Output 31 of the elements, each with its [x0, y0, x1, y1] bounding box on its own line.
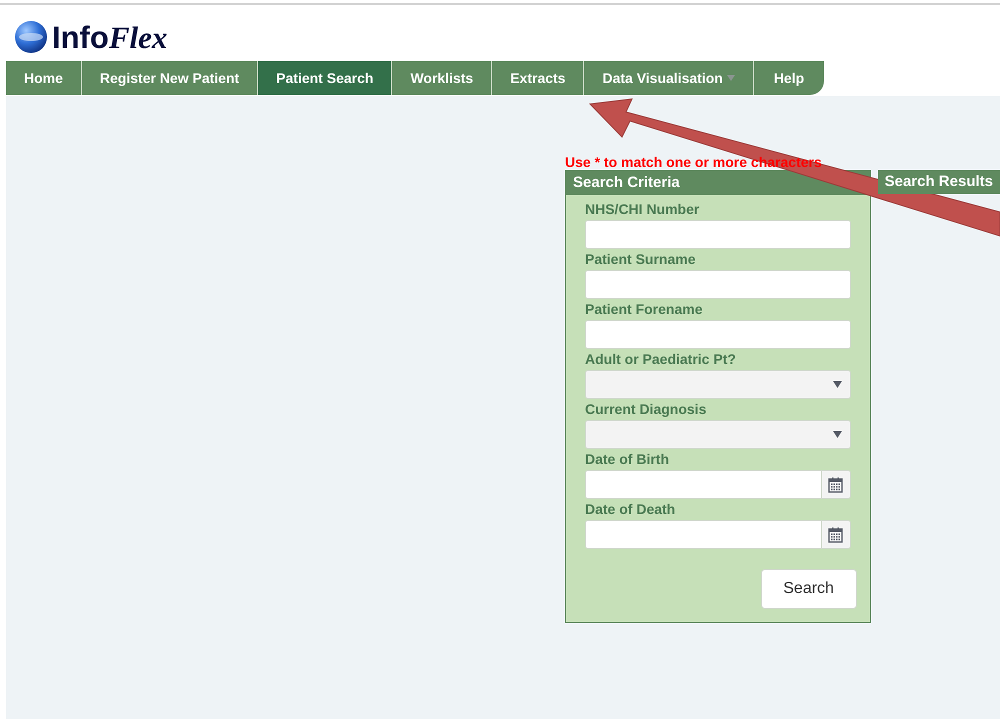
field-label: Adult or Paediatric Pt?: [585, 350, 737, 368]
nav-tab[interactable]: Home: [6, 61, 82, 95]
globe-logo-icon: [14, 20, 48, 54]
nav-tab[interactable]: Help: [754, 61, 824, 95]
field-label: NHS/CHI Number: [585, 200, 700, 218]
field-label: Patient Forename: [585, 300, 704, 318]
calendar-button[interactable]: [822, 470, 851, 499]
field-label: Date of Birth: [585, 450, 670, 468]
app-logo-text: InfoFlex: [52, 22, 168, 52]
text-field[interactable]: [585, 270, 851, 299]
caret-icon: [832, 381, 842, 388]
calendar-button[interactable]: [822, 520, 851, 549]
calendar-icon: [828, 526, 844, 542]
dropdown-field[interactable]: [585, 370, 851, 399]
nav-tab[interactable]: Worklists: [392, 61, 492, 95]
caret-icon: [832, 431, 842, 438]
calendar-icon: [828, 476, 844, 492]
nav-tab[interactable]: Data Visualisation: [584, 61, 754, 95]
date-field[interactable]: [585, 520, 822, 549]
text-field[interactable]: [585, 320, 851, 349]
nav-tab[interactable]: Patient Search: [258, 61, 392, 95]
field-label: Date of Death: [585, 500, 676, 518]
nav-tab[interactable]: Extracts: [492, 61, 584, 95]
date-field[interactable]: [585, 470, 822, 499]
nav-tab[interactable]: Register New Patient: [82, 61, 258, 95]
dropdown-field[interactable]: [585, 420, 851, 449]
search-results-header: Search Results: [878, 170, 1000, 194]
field-label: Patient Surname: [585, 250, 696, 268]
text-field[interactable]: [585, 220, 851, 249]
field-label: Current Diagnosis: [585, 400, 708, 418]
search-button[interactable]: Search: [760, 569, 857, 609]
